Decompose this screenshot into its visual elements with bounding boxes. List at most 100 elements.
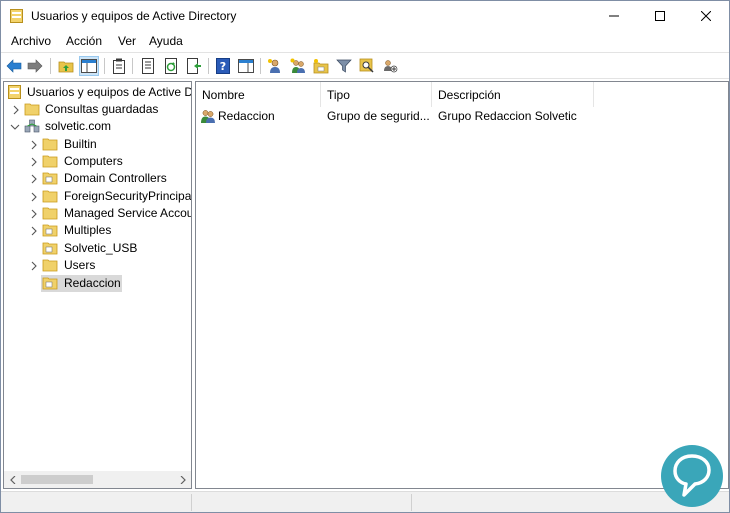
console-tree-icon [81, 59, 97, 73]
list-item[interactable]: Redaccion Grupo de segurid... Grupo Reda… [196, 107, 728, 125]
folder-icon [42, 154, 58, 168]
column-header-tipo[interactable]: Tipo [321, 82, 432, 107]
tree-label: ForeignSecurityPrincipals [64, 189, 192, 203]
new-user-button[interactable] [265, 56, 285, 76]
copy-button[interactable] [109, 56, 129, 76]
export-list-button[interactable] [184, 56, 204, 76]
tree-item-multiples[interactable]: Multiples [4, 222, 191, 239]
list-cell-descripcion: Grupo Redaccion Solvetic [438, 109, 577, 123]
refresh-button[interactable] [161, 56, 181, 76]
chevron-right-icon[interactable] [29, 208, 39, 219]
domain-icon [24, 119, 40, 133]
tree-label: Domain Controllers [64, 171, 167, 185]
svg-text:?: ? [220, 60, 226, 73]
tree-item-foreign-security-principals[interactable]: ForeignSecurityPrincipals [4, 188, 191, 205]
tree-label-domain: solvetic.com [45, 119, 112, 133]
chevron-right-icon[interactable] [29, 191, 39, 202]
tree-label: Multiples [64, 223, 112, 237]
tree-item-saved-queries[interactable]: Consultas guardadas [4, 101, 191, 118]
maximize-button[interactable] [637, 1, 683, 31]
ou-folder-icon [42, 171, 58, 185]
forward-button[interactable] [25, 56, 45, 76]
list-cell-nombre: Redaccion [218, 109, 275, 123]
action-pane-icon [238, 59, 254, 73]
list-cell-tipo: Grupo de segurid... [327, 109, 429, 123]
column-header-nombre[interactable]: Nombre [196, 82, 321, 107]
new-user-icon [268, 59, 280, 73]
tree-item-redaccion[interactable]: Redaccion [41, 275, 122, 292]
chevron-right-icon[interactable] [29, 173, 39, 184]
tree-root-item[interactable]: Usuarios y equipos de Active Directory [4, 84, 191, 101]
chevron-right-icon[interactable] [29, 260, 39, 271]
status-divider [411, 494, 412, 511]
help-button[interactable]: ? [213, 56, 233, 76]
tree-label: Redaccion [64, 276, 121, 290]
tree-item-domain[interactable]: solvetic.com [4, 118, 191, 135]
tree-item-builtin[interactable]: Builtin [4, 136, 191, 153]
toolbar-separator [260, 58, 261, 74]
chevron-right-icon[interactable] [29, 225, 39, 236]
folder-icon [24, 102, 40, 116]
list-header: Nombre Tipo Descripción [196, 82, 728, 107]
back-button[interactable] [4, 56, 24, 76]
action-pane-button[interactable] [236, 56, 256, 76]
scroll-left-button[interactable] [4, 471, 21, 488]
add-to-group-icon [384, 60, 398, 73]
menu-ayuda[interactable]: Ayuda [149, 34, 183, 48]
find-button[interactable] [357, 56, 377, 76]
close-icon [701, 11, 711, 21]
scroll-thumb[interactable] [21, 475, 93, 484]
column-header-descripcion[interactable]: Descripción [432, 82, 594, 107]
close-button[interactable] [683, 1, 729, 31]
tree-item-computers[interactable]: Computers [4, 153, 191, 170]
find-icon [359, 58, 374, 73]
folder-icon [42, 137, 58, 151]
toolbar: ? [1, 52, 729, 79]
title-bar[interactable]: Usuarios y equipos de Active Directory [1, 1, 729, 31]
chevron-right-icon[interactable] [11, 104, 21, 115]
main-window: Usuarios y equipos de Active Directory A… [0, 0, 730, 513]
tree-label: Solvetic_USB [64, 241, 138, 255]
menu-archivo[interactable]: Archivo [11, 34, 51, 48]
forward-arrow-icon [27, 59, 43, 73]
chevron-right-icon[interactable] [29, 156, 39, 167]
results-pane[interactable]: Nombre Tipo Descripción Redaccion Grupo … [195, 81, 729, 489]
tree-label: Computers [64, 154, 123, 168]
tree-item-domain-controllers[interactable]: Domain Controllers [4, 170, 191, 187]
menu-ver[interactable]: Ver [118, 34, 136, 48]
properties-button[interactable] [138, 56, 158, 76]
tree-item-users[interactable]: Users [4, 257, 191, 274]
app-icon [10, 9, 23, 23]
minimize-button[interactable] [591, 1, 637, 31]
snapin-icon [8, 85, 24, 99]
tree-horizontal-scrollbar[interactable] [4, 471, 191, 488]
status-bar [1, 491, 729, 512]
new-group-button[interactable] [288, 56, 308, 76]
add-to-group-button[interactable] [380, 56, 400, 76]
new-ou-button[interactable] [311, 56, 331, 76]
tree-root-label: Usuarios y equipos de Active Directory [27, 85, 191, 99]
chevron-down-icon[interactable] [10, 121, 20, 131]
properties-icon [142, 58, 154, 74]
security-group-icon [200, 108, 216, 124]
chevron-right-icon[interactable] [29, 139, 39, 150]
status-divider [191, 494, 192, 511]
back-arrow-icon [6, 59, 22, 73]
scroll-right-button[interactable] [174, 471, 191, 488]
chevron-right-icon [180, 475, 186, 484]
console-tree-pane[interactable]: Usuarios y equipos de Active Directory C… [3, 81, 192, 489]
menu-accion[interactable]: Acción [66, 34, 102, 48]
show-hide-tree-button[interactable] [79, 56, 99, 76]
tree-item-solvetic-usb[interactable]: Solvetic_USB [4, 240, 191, 257]
tree-label: Managed Service Accounts [64, 206, 191, 220]
toolbar-separator [104, 58, 105, 74]
tree-item-managed-service-accounts[interactable]: Managed Service Accounts [4, 205, 191, 222]
minimize-icon [609, 15, 619, 17]
ou-folder-icon [42, 223, 58, 237]
up-level-button[interactable] [56, 56, 76, 76]
filter-button[interactable] [334, 56, 354, 76]
toolbar-separator [50, 58, 51, 74]
ou-folder-icon [42, 276, 58, 290]
toolbar-separator [132, 58, 133, 74]
folder-icon [42, 189, 58, 203]
